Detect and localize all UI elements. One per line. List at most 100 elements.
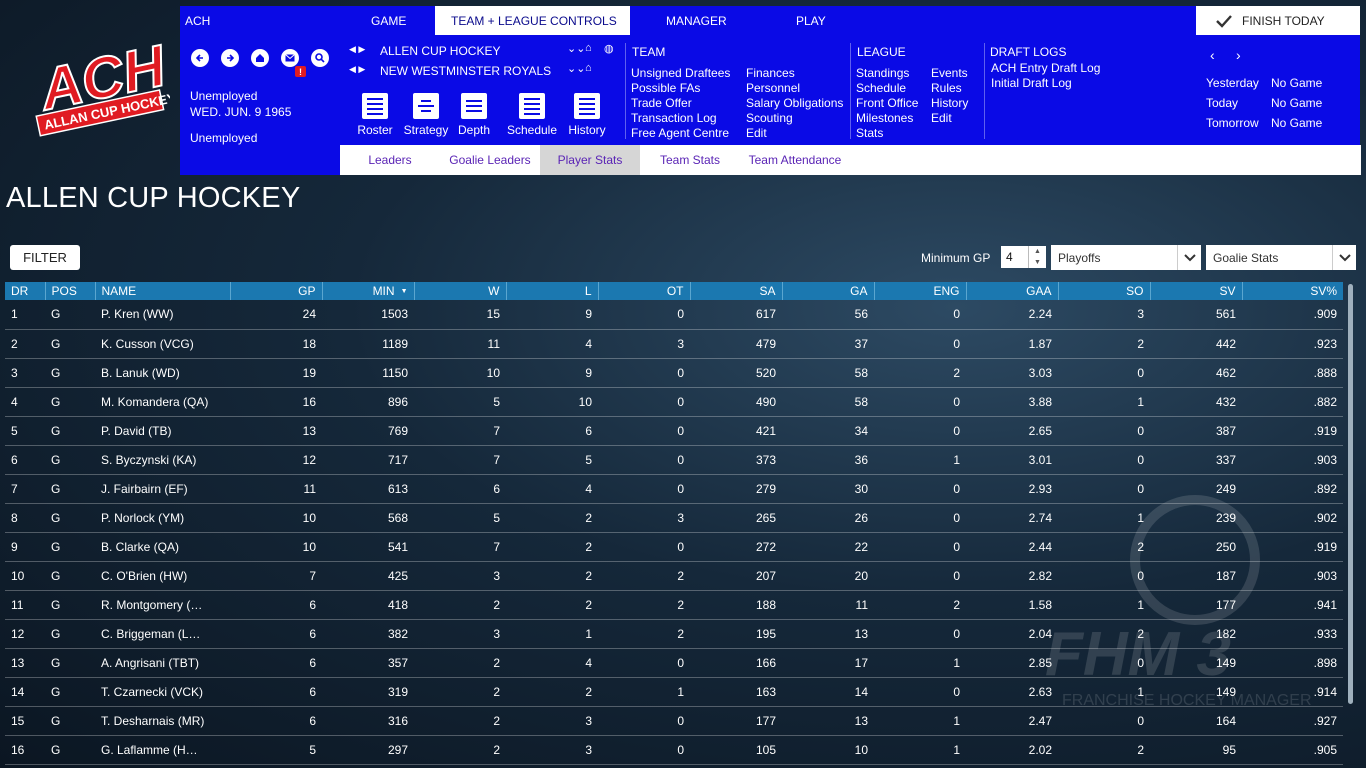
link-initial-draft-log[interactable]: Initial Draft Log <box>991 76 1072 90</box>
table-row[interactable]: 7 G J. Fairbairn (EF) 11 613 6 4 0 279 30 0 2.93 0 24… <box>5 474 1343 503</box>
column-header-eng[interactable]: ENG <box>874 282 967 300</box>
league-prev-next-icon[interactable]: ◀ ▶ <box>349 44 365 55</box>
column-header-so[interactable]: SO <box>1058 282 1151 300</box>
cell-name[interactable]: B. Lanuk (WD) <box>95 358 230 387</box>
cell-name[interactable]: B. Clarke (QA) <box>95 532 230 561</box>
cell-name[interactable]: S. Byczynski (KA) <box>95 445 230 474</box>
next-day-icon[interactable]: › <box>1236 47 1241 63</box>
table-row[interactable]: 6 G S. Byczynski (KA) 12 717 7 5 0 373 36 1 3.01 0 33… <box>5 445 1343 474</box>
link-entry-draft-log[interactable]: ACH Entry Draft Log <box>991 61 1100 75</box>
link-stats[interactable]: Stats <box>856 126 883 140</box>
column-header-sv[interactable]: SV <box>1150 282 1243 300</box>
column-header-dr[interactable]: DR <box>5 282 46 300</box>
column-header-ot[interactable]: OT <box>598 282 691 300</box>
link-events[interactable]: Events <box>931 66 968 80</box>
column-header-gaa[interactable]: GAA <box>966 282 1059 300</box>
tab-team-league-controls[interactable]: TEAM + LEAGUE CONTROLS <box>435 6 630 35</box>
roster-button[interactable]: Roster <box>355 93 395 137</box>
strategy-button[interactable]: Strategy <box>401 93 451 137</box>
filter-button[interactable]: FILTER <box>10 245 80 270</box>
cell-name[interactable]: P. Kren (WW) <box>95 300 230 329</box>
cell-name[interactable]: T. Desharnais (MR) <box>95 706 230 735</box>
back-button[interactable] <box>191 49 209 67</box>
link-standings[interactable]: Standings <box>856 66 909 80</box>
league-home-icon[interactable]: ⌂ <box>585 42 592 54</box>
table-row[interactable]: 3 G B. Lanuk (WD) 19 1150 10 9 0 520 58 2 3.03 0 462.… <box>5 358 1343 387</box>
cell-name[interactable]: K. Cusson (VCG) <box>95 329 230 358</box>
finish-today-button[interactable]: FINISH TODAY <box>1196 6 1360 35</box>
link-team-edit[interactable]: Edit <box>746 126 767 140</box>
league-selector[interactable]: ALLEN CUP HOCKEY <box>380 44 501 58</box>
table-row[interactable]: 16 G G. Laflamme (H… 5 297 2 3 0 105 10 1 2.02 2 95 .9… <box>5 735 1343 764</box>
link-league-edit[interactable]: Edit <box>931 111 952 125</box>
min-gp-stepper[interactable]: 4 ▲ ▼ <box>1001 246 1046 268</box>
tab-leaders[interactable]: Leaders <box>340 145 440 175</box>
link-transaction-log[interactable]: Transaction Log <box>631 111 717 125</box>
tab-game[interactable]: GAME <box>350 6 435 35</box>
table-row[interactable]: 15 G T. Desharnais (MR) 6 316 2 3 0 177 13 1 2.47 0 1… <box>5 706 1343 735</box>
stat-type-select[interactable]: Goalie Stats <box>1206 245 1356 270</box>
tab-manager[interactable]: MANAGER <box>630 6 760 35</box>
depth-button[interactable]: Depth <box>456 93 492 137</box>
table-row[interactable]: 1 G P. Kren (WW) 24 1503 15 9 0 617 56 0 2.24 3 561 .9… <box>5 300 1343 329</box>
column-header-sv[interactable]: SV% <box>1242 282 1343 300</box>
table-scrollbar[interactable] <box>1348 284 1353 704</box>
cell-name[interactable]: J. Fairbairn (EF) <box>95 474 230 503</box>
table-row[interactable]: 4 G M. Komandera (QA) 16 896 5 10 0 490 58 0 3.88 1 4… <box>5 387 1343 416</box>
stepper-arrows-icon[interactable]: ▲ ▼ <box>1028 246 1046 268</box>
column-header-pos[interactable]: POS <box>45 282 96 300</box>
table-row[interactable]: 9 G B. Clarke (QA) 10 541 7 2 0 272 22 0 2.44 2 250 .9… <box>5 532 1343 561</box>
team-home-icon[interactable]: ⌂ <box>585 62 592 74</box>
globe-icon[interactable]: ◍ <box>604 42 614 55</box>
prev-day-icon[interactable]: ‹ <box>1210 47 1215 63</box>
tab-play[interactable]: PLAY <box>760 6 860 35</box>
cell-name[interactable]: T. Czarnecki (VCK) <box>95 677 230 706</box>
link-schedule[interactable]: Schedule <box>856 81 906 95</box>
column-header-gp[interactable]: GP <box>230 282 323 300</box>
history-button[interactable]: History <box>567 93 607 137</box>
column-header-l[interactable]: L <box>506 282 599 300</box>
tab-team-stats[interactable]: Team Stats <box>640 145 740 175</box>
table-row[interactable]: 8 G P. Norlock (YM) 10 568 5 2 3 265 26 0 2.74 1 239.… <box>5 503 1343 532</box>
schedule-button[interactable]: Schedule <box>504 93 560 137</box>
column-header-name[interactable]: NAME <box>95 282 231 300</box>
link-rules[interactable]: Rules <box>931 81 962 95</box>
link-milestones[interactable]: Milestones <box>856 111 913 125</box>
cell-name[interactable]: R. Montgomery (… <box>95 590 230 619</box>
cell-name[interactable]: C. Briggeman (L… <box>95 619 230 648</box>
column-header-sa[interactable]: SA <box>690 282 783 300</box>
forward-button[interactable] <box>221 49 239 67</box>
table-row[interactable]: 10 G C. O'Brien (HW) 7 425 3 2 2 207 20 0 2.82 0 187.… <box>5 561 1343 590</box>
tab-team-attendance[interactable]: Team Attendance <box>740 145 850 175</box>
cell-name[interactable]: P. David (TB) <box>95 416 230 445</box>
column-header-w[interactable]: W <box>414 282 507 300</box>
team-selector[interactable]: NEW WESTMINSTER ROYALS <box>380 64 551 78</box>
link-trade-offer[interactable]: Trade Offer <box>631 96 692 110</box>
table-row[interactable]: 5 G P. David (TB) 13 769 7 6 0 421 34 0 2.65 0 387 .91… <box>5 416 1343 445</box>
column-header-ga[interactable]: GA <box>782 282 875 300</box>
table-row[interactable]: 12 G C. Briggeman (L… 6 382 3 1 2 195 13 0 2.04 2 182… <box>5 619 1343 648</box>
column-header-min[interactable]: MIN ▼ <box>322 282 415 300</box>
league-dropdown-icon[interactable]: ⌄⌄ <box>567 42 585 55</box>
table-row[interactable]: 13 G A. Angrisani (TBT) 6 357 2 4 0 166 17 1 2.85 0 1… <box>5 648 1343 677</box>
cell-name[interactable]: G. Laflamme (H… <box>95 735 230 764</box>
cell-name[interactable]: C. O'Brien (HW) <box>95 561 230 590</box>
link-free-agent-centre[interactable]: Free Agent Centre <box>631 126 729 140</box>
cell-name[interactable]: M. Komandera (QA) <box>95 387 230 416</box>
link-personnel[interactable]: Personnel <box>746 81 800 95</box>
table-row[interactable]: 11 G R. Montgomery (… 6 418 2 2 2 188 11 2 1.58 1 177… <box>5 590 1343 619</box>
cell-name[interactable]: A. Angrisani (TBT) <box>95 648 230 677</box>
team-dropdown-icon[interactable]: ⌄⌄ <box>567 62 585 75</box>
table-row[interactable]: 2 G K. Cusson (VCG) 18 1189 11 4 3 479 37 0 1.87 2 44… <box>5 329 1343 358</box>
search-button[interactable] <box>311 49 329 67</box>
home-button[interactable] <box>251 49 269 67</box>
tab-goalie-leaders[interactable]: Goalie Leaders <box>440 145 540 175</box>
table-row[interactable]: 14 G T. Czarnecki (VCK) 6 319 2 2 1 163 14 0 2.63 1 1… <box>5 677 1343 706</box>
link-possible-fas[interactable]: Possible FAs <box>631 81 700 95</box>
team-prev-next-icon[interactable]: ◀ ▶ <box>349 64 365 75</box>
mail-button[interactable] <box>281 49 299 67</box>
link-front-office[interactable]: Front Office <box>856 96 918 110</box>
link-history[interactable]: History <box>931 96 968 110</box>
tab-player-stats[interactable]: Player Stats <box>540 145 640 175</box>
link-unsigned-draftees[interactable]: Unsigned Draftees <box>631 66 730 80</box>
